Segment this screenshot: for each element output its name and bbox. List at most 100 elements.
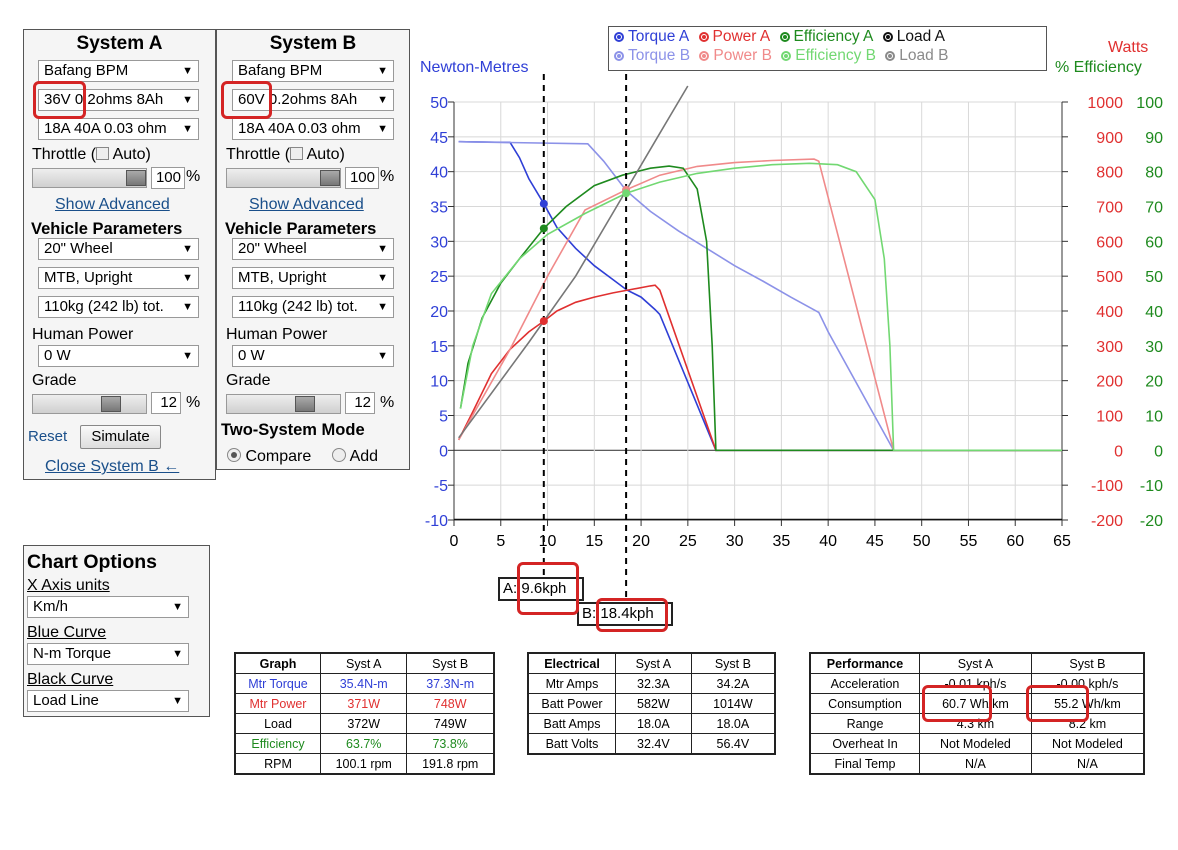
y-right-efficiency-tick-label: -20 (1140, 513, 1163, 530)
series-efficiency-a-line (459, 165, 1062, 452)
y-left-tick-label: 5 (439, 409, 448, 426)
controller-select-a[interactable]: 18A 40A 0.03 ohm ▼ (38, 118, 199, 140)
legend-dot-icon (614, 51, 624, 61)
chevron-down-icon: ▼ (182, 123, 193, 135)
weight-select-b[interactable]: 110kg (242 lb) tot. ▼ (232, 296, 394, 318)
legend-item-efficiency-b[interactable]: Efficiency B (781, 47, 876, 64)
cell-syst-b: 34.2A (690, 673, 776, 694)
grade-label-b: Grade (226, 372, 271, 389)
bike-select-b[interactable]: MTB, Upright ▼ (232, 267, 394, 289)
marker-label-b[interactable]: B: 18.4kph (577, 602, 673, 626)
chevron-down-icon: ▼ (172, 695, 183, 707)
throttle-slider-b[interactable] (226, 168, 341, 188)
system-a-title: System A (76, 33, 163, 54)
add-radio[interactable]: Add (332, 448, 378, 466)
throttle-input-b[interactable]: 100 (345, 167, 379, 189)
cell-syst-a: N/A (919, 753, 1032, 775)
battery-select-b[interactable]: 60V 0.2ohms 8Ah ▼ (232, 89, 394, 111)
motor-select-a[interactable]: Bafang BPM ▼ (38, 60, 199, 82)
throttle-input-a[interactable]: 100 (151, 167, 185, 189)
slider-thumb[interactable] (320, 170, 340, 186)
chart-options-panel: Chart Options X Axis units Km/h ▼ Blue Cu… (23, 545, 210, 717)
x-axis-units-select[interactable]: Km/h ▼ (27, 596, 189, 618)
close-system-b-link[interactable]: Close System B ← (45, 458, 179, 476)
black-curve-select[interactable]: Load Line ▼ (27, 690, 189, 712)
series-power-b-line (458, 158, 1062, 452)
bike-select-a[interactable]: MTB, Upright ▼ (38, 267, 199, 289)
table-row: Overheat In Not Modeled Not Modeled (809, 733, 1145, 754)
series-torque-a-line (458, 140, 1062, 452)
y-left-axis-label: Newton-Metres (420, 59, 529, 76)
throttle-slider-a[interactable] (32, 168, 147, 188)
weight-select-a[interactable]: 110kg (242 lb) tot. ▼ (38, 296, 199, 318)
slider-thumb[interactable] (126, 170, 146, 186)
slider-thumb[interactable] (101, 396, 121, 412)
human-power-select-b[interactable]: 0 W ▼ (232, 345, 394, 367)
cell-syst-b: 748W (406, 693, 495, 714)
cell-syst-a: 372W (319, 713, 408, 734)
row-label: Load (234, 713, 321, 734)
legend-dot-icon (885, 51, 896, 61)
vehicle-params-heading-a: Vehicle Parameters (31, 220, 183, 238)
x-tick-label: 30 (726, 533, 744, 550)
show-advanced-link-b[interactable]: Show Advanced (249, 196, 364, 214)
wheel-select-a[interactable]: 20" Wheel ▼ (38, 238, 199, 260)
legend-item-power-a[interactable]: Power A (698, 28, 770, 45)
y-right-efficiency-tick-label: 40 (1145, 304, 1163, 321)
show-advanced-link-a[interactable]: Show Advanced (55, 196, 170, 214)
legend-item-torque-b[interactable]: Torque B (614, 47, 690, 64)
cell-syst-a: Not Modeled (919, 733, 1032, 754)
table-row: Mtr Torque 35.4N-m 37.3N-m (234, 673, 495, 694)
row-label: Batt Power (527, 693, 616, 714)
legend-item-power-b[interactable]: Power B (699, 47, 772, 64)
table-header: Syst B (1030, 652, 1145, 674)
legend-item-load-b[interactable]: Load B (885, 47, 948, 64)
grade-slider-b[interactable] (226, 394, 341, 414)
y-left-tick-label: -10 (425, 513, 448, 530)
cell-syst-b: 749W (406, 713, 495, 734)
y-left-tick-label: 35 (430, 200, 448, 217)
grade-label-a: Grade (32, 372, 77, 389)
cell-syst-b: 8.2 km (1030, 713, 1145, 734)
chevron-down-icon: ▼ (377, 272, 388, 284)
legend-item-torque-a[interactable]: Torque A (614, 28, 689, 45)
throttle-label-b: Throttle ( Auto) (226, 146, 345, 163)
cell-syst-b: -0.00 kph/s (1030, 673, 1145, 694)
legend-dot-icon (882, 32, 893, 42)
auto-checkbox-b[interactable] (290, 147, 304, 160)
slider-thumb[interactable] (295, 396, 315, 412)
legend-dot-icon (614, 32, 624, 42)
row-label: Efficiency (234, 733, 321, 754)
grade-input-b[interactable]: 12 (345, 392, 375, 414)
compare-radio[interactable]: Compare (227, 448, 311, 466)
legend-item-efficiency-a[interactable]: Efficiency A (779, 28, 873, 45)
blue-curve-select[interactable]: N-m Torque ▼ (27, 643, 189, 665)
y-right-watts-tick-label: 1000 (1087, 95, 1123, 112)
wheel-select-b[interactable]: 20" Wheel ▼ (232, 238, 394, 260)
simulate-button[interactable]: Simulate (80, 425, 161, 449)
row-label: Mtr Power (234, 693, 321, 714)
chevron-down-icon: ▼ (172, 601, 183, 613)
y-right-watts-tick-label: 100 (1096, 409, 1123, 426)
operating-point-marker (539, 199, 548, 208)
series-efficiency-b-line (459, 162, 1062, 452)
reset-link[interactable]: Reset (28, 428, 67, 445)
chart-markers (539, 74, 631, 616)
human-power-select-a[interactable]: 0 W ▼ (38, 345, 199, 367)
table-row: Mtr Amps 32.3A 34.2A (527, 673, 776, 694)
marker-label-a[interactable]: A: 9.6kph (498, 577, 584, 601)
grade-slider-a[interactable] (32, 394, 147, 414)
system-a-panel: System A Bafang BPM ▼ 36V 0.2ohms 8Ah ▼ 18… (23, 29, 216, 480)
auto-checkbox-a[interactable] (96, 147, 110, 160)
chevron-down-icon: ▼ (377, 94, 388, 106)
y-right-watts-tick-label: 800 (1096, 165, 1123, 182)
y-right-efficiency-tick-label: 0 (1154, 443, 1163, 460)
motor-select-b[interactable]: Bafang BPM ▼ (232, 60, 394, 82)
battery-select-a[interactable]: 36V 0.2ohms 8Ah ▼ (38, 89, 199, 111)
grade-input-a[interactable]: 12 (151, 392, 181, 414)
legend-item-load-a[interactable]: Load A (882, 28, 945, 45)
series-power-a-line (457, 284, 1062, 452)
controller-select-b[interactable]: 18A 40A 0.03 ohm ▼ (232, 118, 394, 140)
operating-point-marker (622, 189, 631, 198)
table-row: Final Temp N/A N/A (809, 753, 1145, 775)
